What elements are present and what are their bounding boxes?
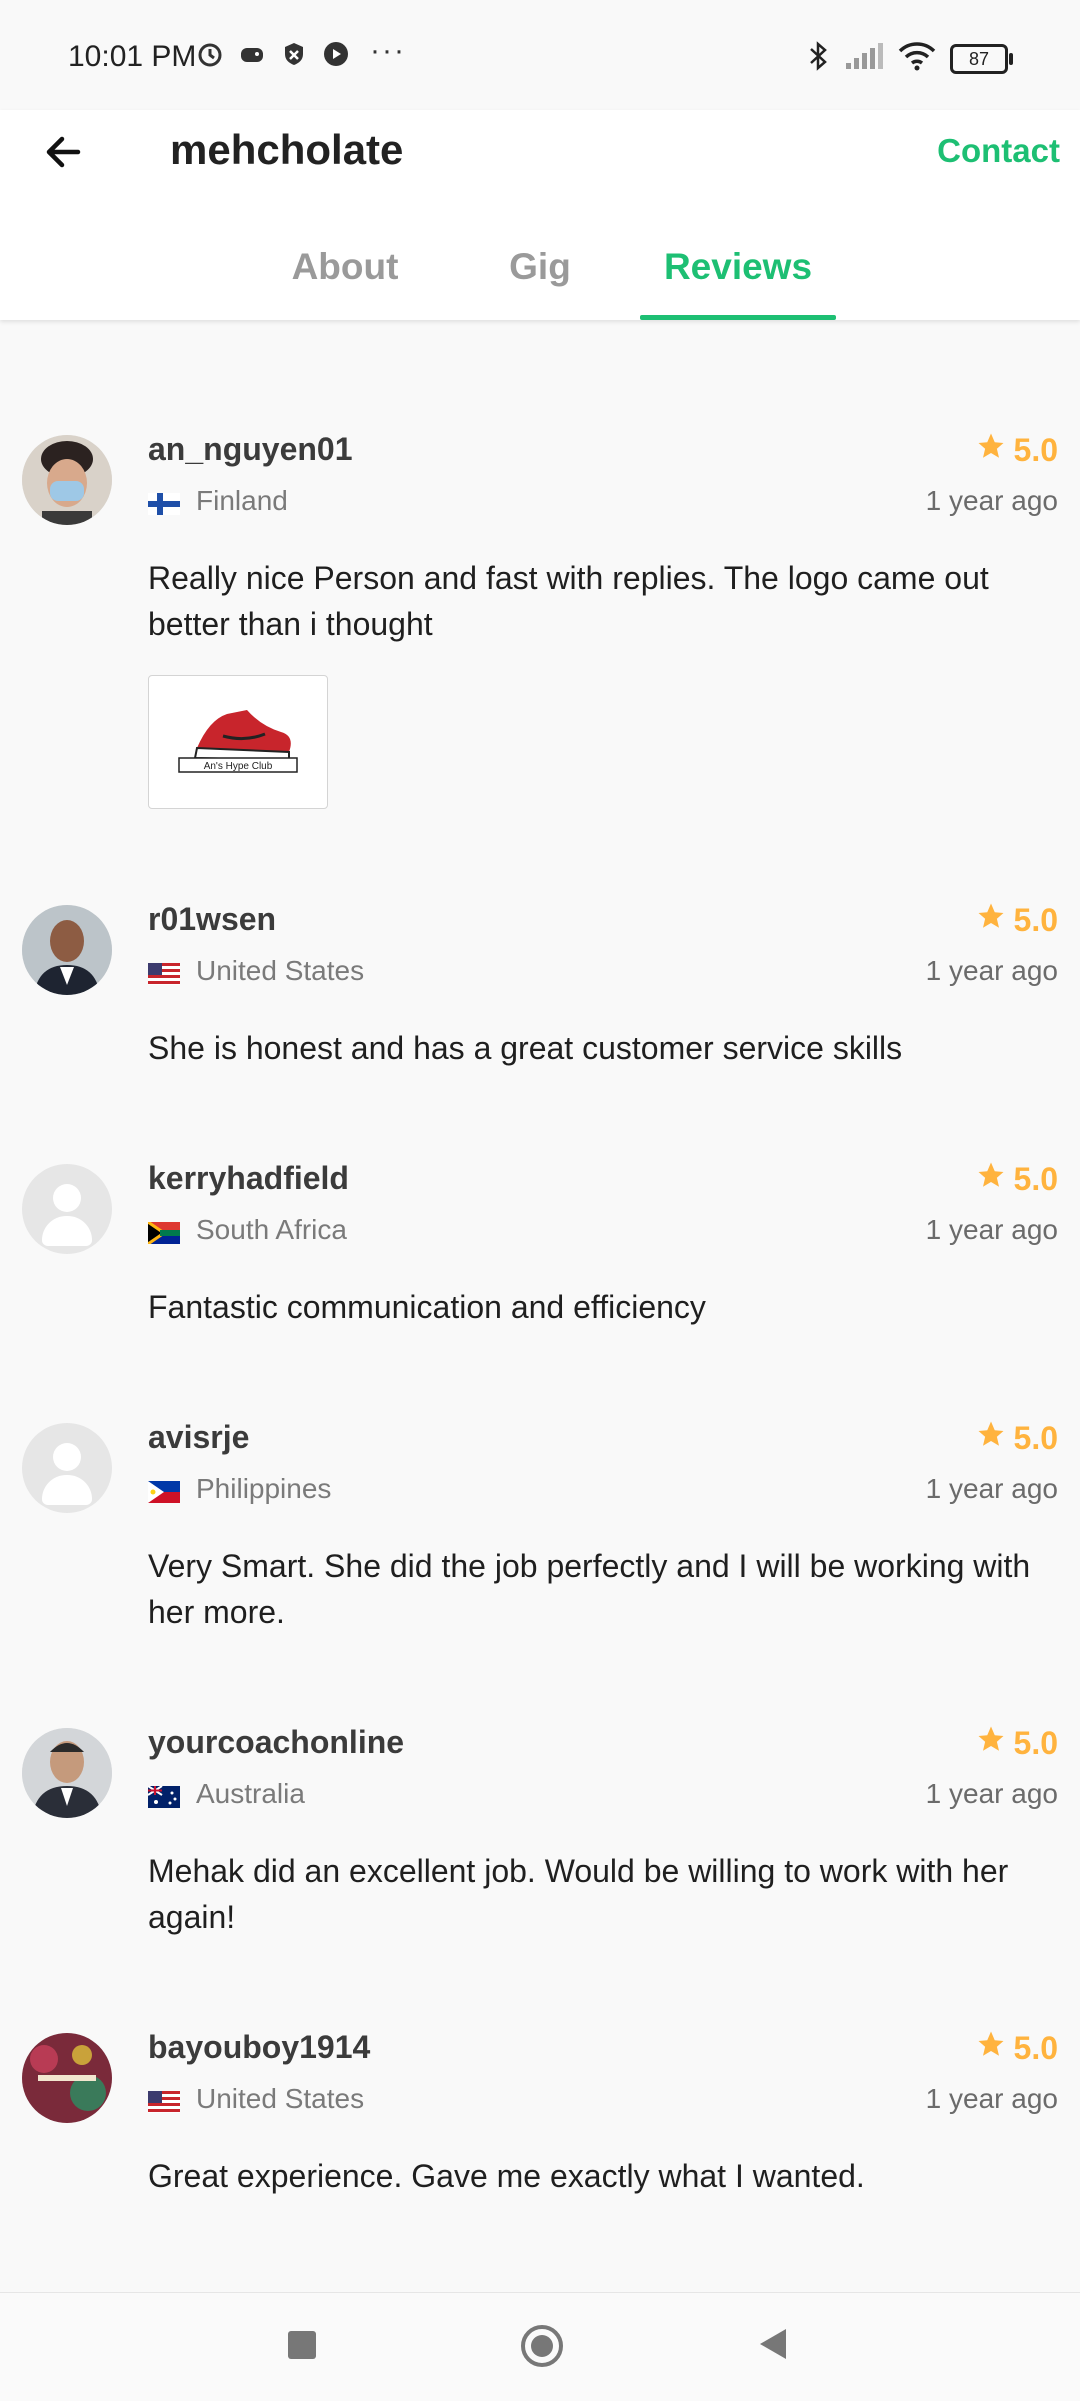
review-rating: 5.0 bbox=[976, 901, 1058, 939]
review-time: 1 year ago bbox=[925, 1778, 1058, 1809]
us-flag-icon bbox=[148, 960, 180, 985]
star-icon bbox=[976, 431, 1006, 469]
review-comment: Mehak did an excellent job. Would be wil… bbox=[148, 1853, 1009, 1935]
reviewer-username[interactable]: kerryhadfield bbox=[148, 1160, 349, 1197]
review-rating: 5.0 bbox=[976, 1724, 1058, 1762]
tab-gig[interactable]: Gig bbox=[480, 230, 600, 320]
star-icon bbox=[976, 2029, 1006, 2067]
alarm-icon bbox=[196, 40, 224, 68]
system-nav-bar bbox=[0, 2292, 1080, 2401]
tab-reviews[interactable]: Reviews bbox=[640, 230, 836, 320]
country-name: South Africa bbox=[196, 1214, 347, 1245]
reviewer-country: South Africa bbox=[147, 1214, 347, 1246]
rating-value: 5.0 bbox=[1013, 901, 1058, 938]
review-rating: 5.0 bbox=[976, 2029, 1058, 2067]
reviewer-username[interactable]: yourcoachonline bbox=[148, 1724, 404, 1761]
rating-value: 5.0 bbox=[1013, 1160, 1058, 1197]
system-icons: 87 bbox=[808, 40, 1013, 77]
rating-value: 5.0 bbox=[1013, 1724, 1058, 1761]
avatar[interactable] bbox=[22, 435, 112, 525]
tab-bar: About Gig Reviews bbox=[0, 230, 1080, 320]
back-icon[interactable] bbox=[760, 2329, 786, 2359]
rating-value: 5.0 bbox=[1013, 431, 1058, 468]
review-attachment-thumbnail[interactable]: An's Hype Club bbox=[148, 675, 328, 809]
shield-icon bbox=[280, 40, 308, 68]
reviewer-country: Australia bbox=[147, 1778, 305, 1810]
country-name: United States bbox=[196, 955, 365, 986]
contact-button[interactable]: Contact bbox=[937, 132, 1060, 170]
tab-reviews-label: Reviews bbox=[663, 246, 813, 287]
review-rating: 5.0 bbox=[976, 1160, 1058, 1198]
tab-gig-label: Gig bbox=[509, 246, 571, 287]
review-comment: Great experience. Gave me exactly what I… bbox=[148, 2158, 865, 2194]
australia-flag-icon bbox=[147, 1783, 180, 1808]
country-name: Finland bbox=[196, 485, 288, 516]
star-icon bbox=[976, 901, 1006, 939]
star-icon bbox=[976, 1160, 1006, 1198]
reviews-list[interactable]: an_nguyen01 Finland 5.0 1 year ago Reall… bbox=[0, 320, 1080, 2292]
game-controller-icon bbox=[238, 40, 266, 68]
avatar[interactable] bbox=[22, 2033, 112, 2123]
review-rating: 5.0 bbox=[976, 431, 1058, 469]
country-name: Australia bbox=[196, 1778, 305, 1809]
review-time: 1 year ago bbox=[925, 955, 1058, 986]
app-header: mehcholate Contact About Gig Reviews bbox=[0, 110, 1080, 320]
philippines-flag-icon bbox=[148, 1478, 180, 1503]
bluetooth-icon bbox=[808, 40, 830, 77]
reviewer-username[interactable]: r01wsen bbox=[148, 901, 276, 938]
back-arrow-icon[interactable] bbox=[40, 128, 88, 176]
signal-icon bbox=[844, 41, 884, 76]
avatar[interactable] bbox=[22, 1728, 112, 1818]
review-comment: Fantastic communication and efficiency bbox=[148, 1289, 706, 1325]
media-icon bbox=[322, 40, 350, 68]
finland-flag-icon bbox=[148, 490, 180, 515]
page-title: mehcholate bbox=[170, 126, 404, 173]
status-time: 10:01 PM bbox=[68, 40, 197, 73]
more-notifications-icon: ··· bbox=[370, 34, 406, 67]
reviewer-username[interactable]: an_nguyen01 bbox=[148, 431, 353, 468]
rating-value: 5.0 bbox=[1013, 1419, 1058, 1456]
wifi-icon bbox=[898, 41, 936, 76]
review-comment: Very Smart. She did the job perfectly an… bbox=[148, 1548, 1031, 1630]
review-rating: 5.0 bbox=[976, 1419, 1058, 1457]
reviewer-username[interactable]: avisrje bbox=[148, 1419, 249, 1456]
status-bar: 10:01 PM ··· 87 bbox=[0, 0, 1080, 110]
rating-value: 5.0 bbox=[1013, 2029, 1058, 2066]
default-avatar-icon[interactable] bbox=[22, 1164, 112, 1254]
attachment-caption: An's Hype Club bbox=[204, 761, 273, 772]
tab-about[interactable]: About bbox=[270, 230, 420, 320]
battery-indicator: 87 bbox=[950, 43, 1013, 74]
country-name: United States bbox=[196, 2083, 365, 2114]
home-icon[interactable] bbox=[521, 2325, 563, 2367]
review-time: 1 year ago bbox=[925, 2083, 1058, 2114]
reviewer-country: Philippines bbox=[148, 1473, 331, 1505]
review-time: 1 year ago bbox=[925, 1473, 1058, 1504]
review-time: 1 year ago bbox=[925, 1214, 1058, 1245]
avatar[interactable] bbox=[22, 905, 112, 995]
country-name: Philippines bbox=[196, 1473, 332, 1504]
star-icon bbox=[976, 1419, 1006, 1457]
reviewer-username[interactable]: bayouboy1914 bbox=[148, 2029, 370, 2066]
notification-icons bbox=[196, 40, 350, 68]
reviewer-country: United States bbox=[148, 955, 364, 987]
reviewer-country: Finland bbox=[148, 485, 288, 517]
default-avatar-icon[interactable] bbox=[22, 1423, 112, 1513]
reviewer-country: United States bbox=[148, 2083, 364, 2115]
star-icon bbox=[976, 1724, 1006, 1762]
review-time: 1 year ago bbox=[925, 485, 1058, 516]
south-africa-flag-icon bbox=[147, 1219, 180, 1246]
tab-about-label: About bbox=[291, 246, 399, 287]
recent-apps-icon[interactable] bbox=[288, 2331, 316, 2359]
us-flag-icon bbox=[148, 2088, 180, 2113]
review-comment: She is honest and has a great customer s… bbox=[148, 1030, 903, 1066]
review-comment: Really nice Person and fast with replies… bbox=[148, 560, 989, 642]
